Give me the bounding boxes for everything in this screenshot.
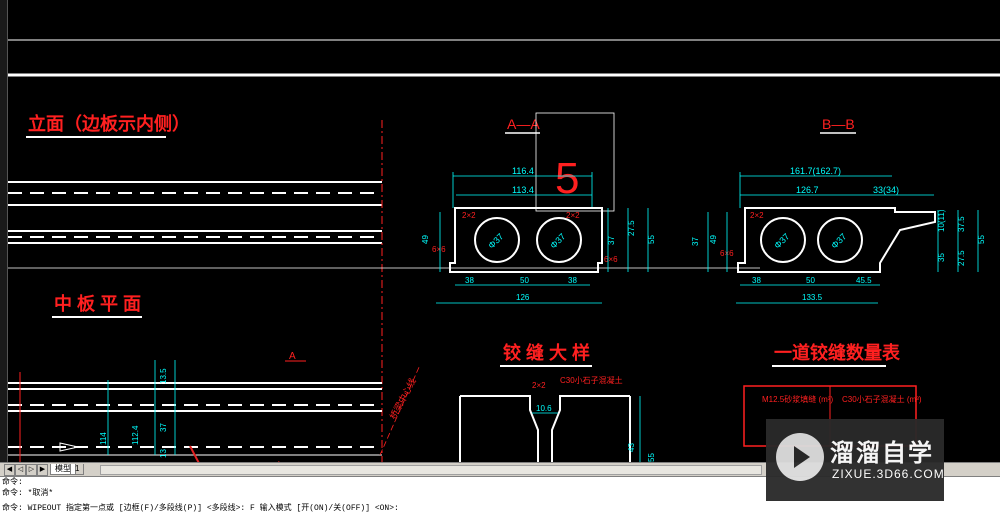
- command-line-3: 命令: WIPEOUT 指定第一点或 [边框(F)/多段线(P)] <多段线>:…: [2, 504, 399, 513]
- b-hole-left: Φ37: [772, 231, 791, 250]
- prev-tab-button[interactable]: ◁: [15, 464, 26, 476]
- joint-height: 43: [627, 443, 636, 452]
- b-hole-right: Φ37: [829, 231, 848, 250]
- b-left-a: 37: [691, 237, 700, 246]
- last-tab-button[interactable]: ▶: [37, 464, 48, 476]
- section-a-title: A—A: [507, 116, 540, 132]
- big-number: 5: [555, 154, 579, 203]
- command-line-1: 命令:: [2, 478, 23, 487]
- b-dim-top-total: 161.7(162.7): [790, 166, 841, 176]
- tab-layout-1[interactable]: 1: [70, 464, 85, 475]
- cad-drawing: 立面（边板示内侧） 中 板 平 面 A 13.5 37 112.4 114 13…: [8, 39, 1000, 462]
- bridge-centerline-label: 桥梁中心线: [387, 376, 418, 421]
- joint-chamfer: 2×2: [532, 381, 546, 390]
- plan-dim-2: 37: [159, 423, 168, 432]
- b-dim-top-right: 33(34): [873, 185, 899, 195]
- a-bottom-left: 38: [465, 276, 474, 285]
- a-bottom-right: 38: [568, 276, 577, 285]
- b-bottom-mid: 50: [806, 276, 815, 285]
- a-hole-right: Φ37: [548, 231, 567, 250]
- a-right-bot: 6×6: [604, 255, 618, 264]
- a-chamfer-left: 2×2: [462, 211, 476, 220]
- a-dim-top-inner: 113.4: [512, 185, 534, 195]
- b-chamfer-left: 2×2: [750, 211, 764, 220]
- a-chamfer-right: 2×2: [566, 211, 580, 220]
- play-logo-icon: [776, 433, 824, 481]
- joint-side: 55: [647, 453, 656, 462]
- b-bottom-total: 133.5: [802, 293, 823, 302]
- table-header-2: C30小石子混凝土 (m³): [842, 394, 922, 404]
- a-left-height: 49: [421, 235, 430, 244]
- b-bottom-left: 38: [752, 276, 761, 285]
- joint-concrete-label: C30小石子混凝土: [560, 375, 623, 385]
- joint-width: 10.6: [536, 404, 552, 413]
- elevation-title: 立面（边板示内侧）: [28, 113, 190, 134]
- next-tab-button[interactable]: ▷: [26, 464, 37, 476]
- watermark-url: ZIXUE.3D66.COM: [832, 467, 945, 481]
- mid-plan-title: 中 板 平 面: [54, 293, 141, 314]
- plan-dim-1: 13.5: [159, 368, 168, 384]
- quantity-table-title: 一道铰缝数量表: [774, 342, 901, 363]
- a-hole-left: Φ37: [486, 231, 505, 250]
- plan-dim-4: 114: [99, 432, 108, 445]
- watermark-overlay: 溜溜自学 ZIXUE.3D66.COM: [766, 419, 944, 501]
- a-left-side: 6×6: [432, 245, 446, 254]
- a-bottom-mid: 50: [520, 276, 529, 285]
- plan-dim-5: 13: [159, 449, 168, 458]
- table-header-1: M12.5砂浆填缝 (m³): [762, 394, 833, 404]
- b-left-b: 49: [709, 235, 718, 244]
- watermark-title: 溜溜自学: [830, 439, 934, 467]
- joint-detail-title: 铰 缝 大 样: [503, 342, 590, 363]
- b-bottom-right: 45.5: [856, 276, 872, 285]
- a-bottom-total: 126: [516, 293, 530, 302]
- horizontal-scrollbar[interactable]: [100, 465, 762, 475]
- command-line-2: 命令: *取消*: [2, 489, 54, 498]
- b-dim-top-inner: 126.7: [796, 185, 819, 195]
- first-tab-button[interactable]: ◀: [4, 464, 15, 476]
- marker-a: A: [289, 351, 296, 362]
- section-b-title: B—B: [822, 116, 855, 132]
- drawing-viewport[interactable]: 立面（边板示内侧） 中 板 平 面 A 13.5 37 112.4 114 13…: [0, 0, 1000, 462]
- a-dim-top-total: 116.4: [512, 166, 534, 176]
- plan-dim-3: 112.4: [131, 425, 140, 445]
